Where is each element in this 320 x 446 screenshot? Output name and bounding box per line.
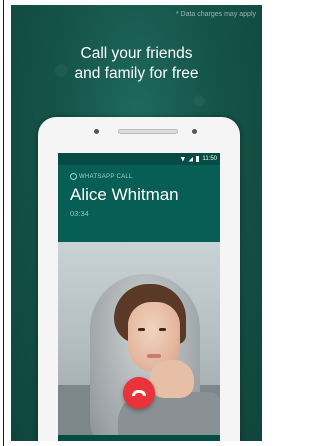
call-controls-bar [58,435,220,441]
video-person-lips [147,354,161,358]
end-call-button[interactable] [123,377,155,409]
mute-button[interactable] [183,439,203,441]
call-duration: 03:34 [70,209,89,218]
video-toggle-button[interactable] [129,439,149,441]
call-screen: 11:50 WHATSAPP CALL Alice Whitman 03:34 [58,153,220,441]
phone-mockup: 11:50 WHATSAPP CALL Alice Whitman 03:34 [38,117,240,441]
left-border [3,0,4,446]
promo-banner: * Data charges may apply Call your frien… [11,5,262,441]
call-label-row: WHATSAPP CALL [70,173,179,180]
earpiece-speaker [118,129,178,134]
sensor-icon [192,129,197,134]
battery-icon [196,156,200,162]
headline-line-2: and family for free [74,65,199,82]
video-person-hand [150,360,194,398]
front-camera-icon [94,129,99,134]
signal-icon [188,156,194,162]
status-bar: 11:50 [58,153,220,165]
video-feed [58,242,220,435]
headline-line-1: Call your friends [80,45,193,62]
speaker-button[interactable] [75,439,95,441]
promo-headline: Call your friends and family for free [11,44,262,84]
caller-name: Alice Whitman [70,185,179,204]
call-type-label: WHATSAPP CALL [79,173,133,180]
video-person-eye-left [138,328,145,331]
whatsapp-icon [70,173,77,180]
video-person-eye-right [159,328,166,331]
status-time: 11:50 [202,156,217,162]
data-charges-disclaimer: * Data charges may apply [175,11,256,18]
phone-hangup-icon [132,390,146,396]
wifi-icon [180,156,186,162]
call-header: WHATSAPP CALL Alice Whitman 03:34 [70,173,179,218]
